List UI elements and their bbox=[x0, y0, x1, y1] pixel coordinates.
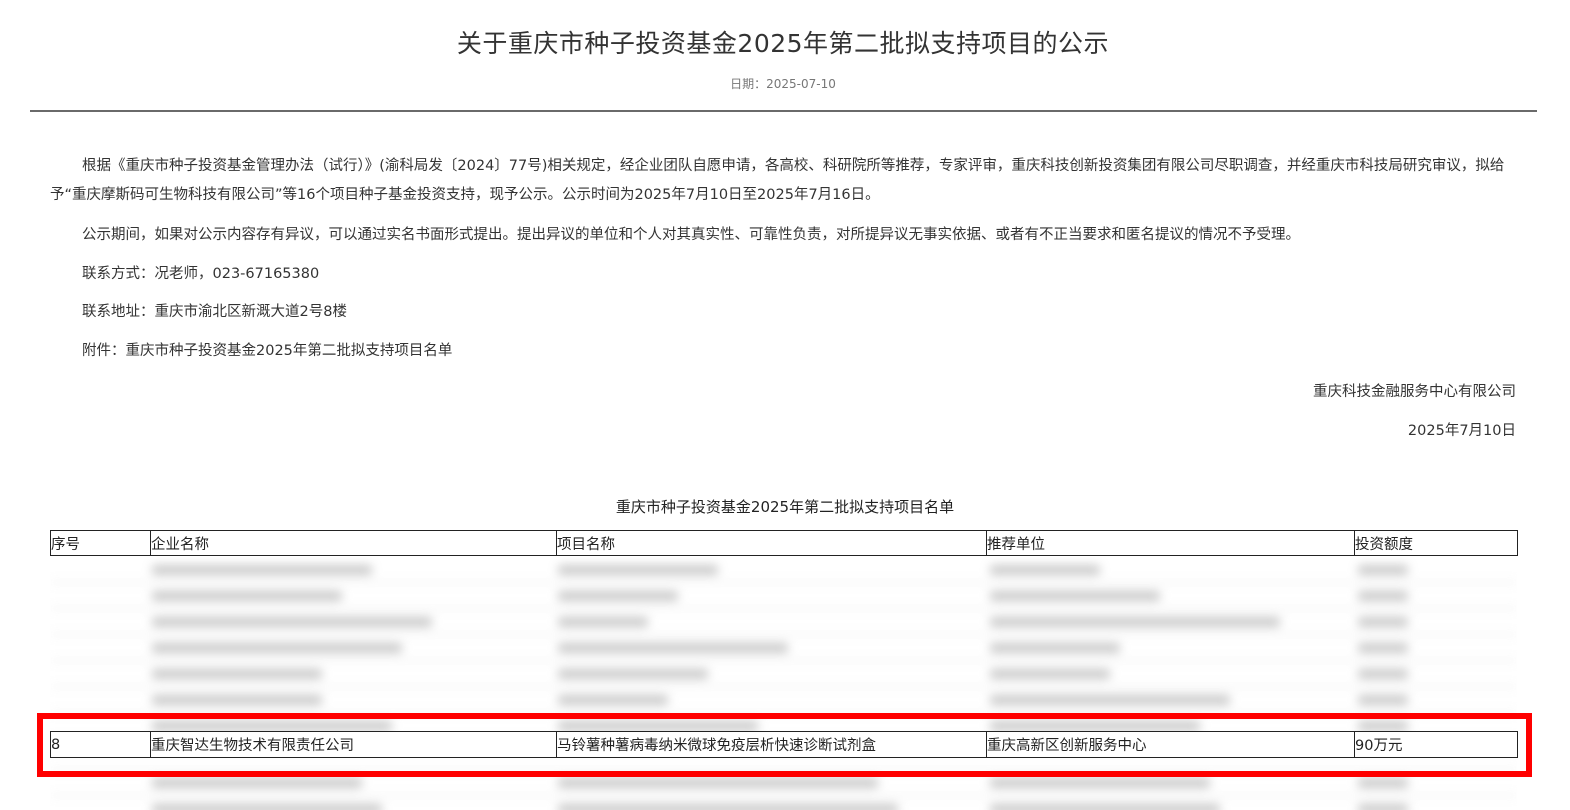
blurred-row bbox=[50, 635, 1517, 661]
header-project: 项目名称 bbox=[556, 530, 987, 556]
blurred-row bbox=[50, 609, 1517, 635]
announcement-paragraph-2: 公示期间，如果对公示内容存有异议，可以通过实名书面形式提出。提出异议的单位和个人… bbox=[82, 227, 1300, 243]
table-header-row: 序号 企业名称 项目名称 推荐单位 投资额度 bbox=[50, 530, 1518, 556]
highlight-box bbox=[37, 713, 1532, 777]
title-divider bbox=[30, 110, 1537, 112]
attachment-line: 附件：重庆市种子投资基金2025年第二批拟支持项目名单 bbox=[82, 343, 453, 359]
header-amount: 投资额度 bbox=[1354, 530, 1518, 556]
announcement-paragraph-1: 根据《重庆市种子投资基金管理办法（试行）》(渝科局发〔2024〕77号)相关规定… bbox=[50, 158, 1505, 203]
blurred-row bbox=[50, 557, 1517, 583]
page-title: 关于重庆市种子投资基金2025年第二批拟支持项目的公示 bbox=[456, 29, 1110, 58]
header-recommender: 推荐单位 bbox=[986, 530, 1355, 556]
signature-org: 重庆科技金融服务中心有限公司 bbox=[1313, 384, 1516, 400]
blurred-row bbox=[50, 796, 1517, 810]
blurred-row bbox=[50, 583, 1517, 609]
signature-date: 2025年7月10日 bbox=[1407, 423, 1516, 439]
table-title: 重庆市种子投资基金2025年第二批拟支持项目名单 bbox=[615, 498, 955, 516]
blurred-row bbox=[50, 687, 1517, 713]
header-company: 企业名称 bbox=[150, 530, 557, 556]
contact-line: 联系方式：况老师，023-67165380 bbox=[82, 266, 320, 282]
address-line: 联系地址：重庆市渝北区新溉大道2号8楼 bbox=[82, 304, 347, 320]
header-index: 序号 bbox=[50, 530, 151, 556]
blurred-row bbox=[50, 661, 1517, 687]
publish-date: 日期：2025-07-10 bbox=[730, 77, 836, 91]
project-table-header: 序号 企业名称 项目名称 推荐单位 投资额度 bbox=[50, 530, 1518, 556]
